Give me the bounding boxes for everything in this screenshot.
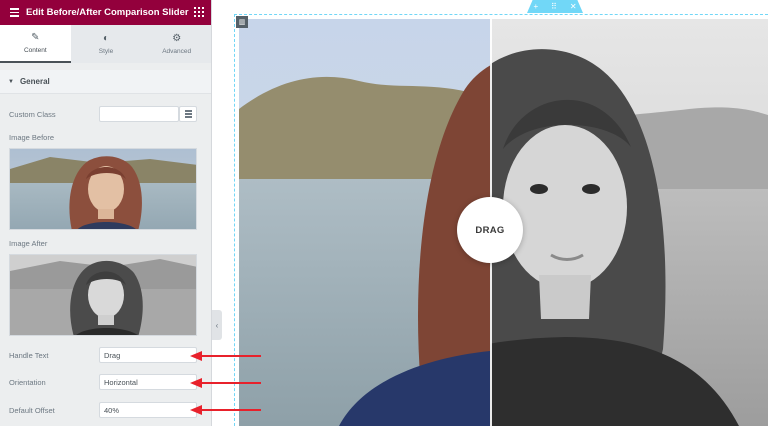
handle-text-input[interactable]: Drag [99,347,197,363]
caret-down-icon: ▼ [8,78,14,85]
image-before-thumbnail[interactable] [9,148,197,230]
tab-label: Advanced [162,48,192,55]
hamburger-icon[interactable] [4,8,24,17]
editor-panel: Edit Before/After Comparison Slider ✎ Co… [0,0,212,426]
image-before-label: Image Before [9,133,55,142]
list-icon[interactable] [179,106,197,122]
grid-icon[interactable] [194,7,204,17]
panel-title: Edit Before/After Comparison Slider [26,7,189,18]
tab-label: Content [23,47,47,54]
pencil-icon: ✎ [31,32,40,43]
orientation-label: Orientation [9,378,46,387]
close-icon[interactable]: ✕ [570,2,577,11]
image-after-thumbnail[interactable] [9,254,197,336]
orientation-select[interactable]: Horizontal [99,374,197,390]
default-offset-label: Default Offset [9,406,55,415]
contrast-icon: ◐ [102,33,110,44]
panel-tabs: ✎ Content ◐ Style ⚙ Advanced [0,25,211,63]
tab-label: Style [98,48,114,55]
drag-dots-icon[interactable]: ⠿ [551,2,557,11]
section-toolbar: + ⠿ ✕ [527,0,583,13]
panel-header: Edit Before/After Comparison Slider [0,0,211,25]
tab-content[interactable]: ✎ Content [0,25,71,63]
drag-handle-button[interactable]: DRAG [457,197,523,263]
custom-class-label: Custom Class [9,110,56,119]
section-general[interactable]: ▼ General [0,70,211,94]
plus-icon[interactable]: + [533,2,538,11]
handle-text-label: Handle Text [9,351,49,360]
editor-app: Edit Before/After Comparison Slider ✎ Co… [0,0,768,426]
default-offset-input[interactable]: 40% [99,402,197,418]
section-title: General [19,77,50,86]
tab-style[interactable]: ◐ Style [71,25,142,63]
custom-class-input[interactable] [99,106,179,122]
gear-icon: ⚙ [172,33,182,44]
tab-advanced[interactable]: ⚙ Advanced [141,25,211,63]
collapse-panel-icon[interactable]: ‹ [212,310,222,340]
column-handle-icon[interactable]: ▥ [236,16,248,28]
image-after-label: Image After [9,239,48,248]
